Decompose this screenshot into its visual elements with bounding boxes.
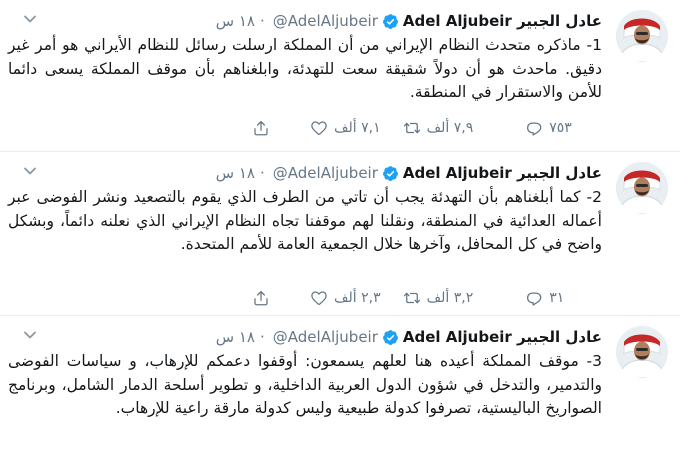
timestamp[interactable]: ١٨ س: [216, 12, 255, 30]
verified-badge-icon: [382, 165, 399, 182]
avatar[interactable]: [616, 326, 668, 378]
display-name[interactable]: عادل الجبير Adel Aljubeir: [403, 12, 602, 30]
chevron-down-icon[interactable]: [22, 328, 38, 342]
avatar[interactable]: [616, 10, 668, 62]
tweet[interactable]: عادل الجبير Adel Aljubeir @AdelAljubeir …: [0, 0, 680, 152]
tweet[interactable]: عادل الجبير Adel Aljubeir @AdelAljubeir …: [0, 316, 680, 451]
share-button[interactable]: [252, 289, 270, 307]
chevron-down-icon[interactable]: [22, 12, 38, 26]
reply-button[interactable]: ٧٥٣: [525, 119, 572, 137]
retweet-count: ٣,٢ ألف: [426, 290, 474, 306]
tweet-actions: ٧,١ ألف ٧,٩ ألف ٧٥٣: [252, 118, 572, 138]
chevron-down-icon[interactable]: [22, 164, 38, 178]
like-count: ٢,٣ ألف: [334, 290, 381, 306]
tweet-header: عادل الجبير Adel Aljubeir @AdelAljubeir …: [215, 164, 602, 182]
retweet-icon: [403, 289, 421, 307]
heart-icon: [310, 119, 328, 137]
verified-badge-icon: [382, 13, 399, 30]
tweet-actions: ٢,٣ ألف ٣,٢ ألف ٣١: [252, 288, 564, 308]
timeline: عادل الجبير Adel Aljubeir @AdelAljubeir …: [0, 0, 680, 451]
tweet-header: عادل الجبير Adel Aljubeir @AdelAljubeir …: [215, 12, 602, 30]
retweet-count: ٧,٩ ألف: [426, 120, 474, 136]
display-name[interactable]: عادل الجبير Adel Aljubeir: [403, 164, 602, 182]
verified-badge-icon: [382, 329, 399, 346]
display-name[interactable]: عادل الجبير Adel Aljubeir: [403, 328, 602, 346]
tweet-header: عادل الجبير Adel Aljubeir @AdelAljubeir …: [215, 328, 602, 346]
like-button[interactable]: ٧,١ ألف: [310, 119, 381, 137]
share-icon: [252, 119, 270, 137]
avatar[interactable]: [616, 162, 668, 214]
retweet-icon: [403, 119, 421, 137]
user-handle[interactable]: @AdelAljubeir: [273, 12, 378, 30]
user-handle[interactable]: @AdelAljubeir: [273, 328, 378, 346]
reply-icon: [525, 289, 543, 307]
reply-icon: [525, 119, 543, 137]
retweet-button[interactable]: ٧,٩ ألف: [403, 119, 474, 137]
share-icon: [252, 289, 270, 307]
like-count: ٧,١ ألف: [334, 120, 381, 136]
retweet-button[interactable]: ٣,٢ ألف: [403, 289, 474, 307]
tweet[interactable]: عادل الجبير Adel Aljubeir @AdelAljubeir …: [0, 152, 680, 316]
tweet-text: 3- موقف المملكة أعيده هنا لعلهم يسمعون: …: [8, 352, 602, 417]
heart-icon: [310, 289, 328, 307]
reply-count: ٣١: [549, 290, 565, 306]
like-button[interactable]: ٢,٣ ألف: [310, 289, 381, 307]
user-handle[interactable]: @AdelAljubeir: [273, 164, 378, 182]
tweet-text: 1- ماذكره متحدث النظام الإيراني من أن ال…: [8, 36, 602, 101]
reply-button[interactable]: ٣١: [525, 289, 564, 307]
timestamp[interactable]: ١٨ س: [216, 328, 255, 346]
share-button[interactable]: [252, 119, 270, 137]
reply-count: ٧٥٣: [549, 120, 572, 136]
timestamp[interactable]: ١٨ س: [216, 164, 255, 182]
tweet-text: 2- كما أبلغناهم بأن التهدئة يجب أن تاتي …: [8, 188, 602, 253]
